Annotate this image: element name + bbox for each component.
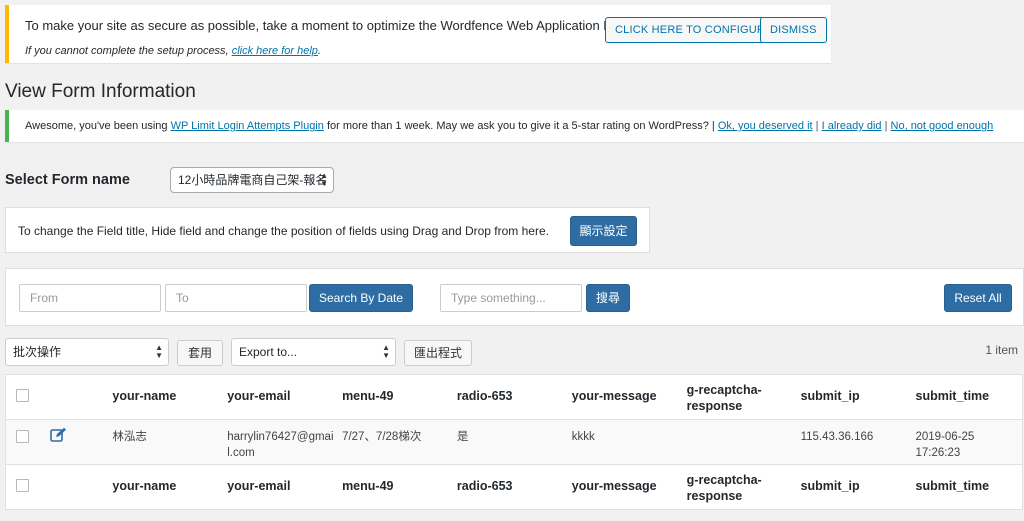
footer-header-menu-49[interactable]: menu-49 xyxy=(342,465,457,510)
select-arrows-icon: ▲ ▼ xyxy=(320,171,328,188)
plugin-link[interactable]: WP Limit Login Attempts Plugin xyxy=(171,120,324,132)
dismiss-notice-button[interactable]: DISMISS xyxy=(760,17,827,43)
row-checkbox-cell xyxy=(6,420,51,465)
field-settings-panel: To change the Field title, Hide field an… xyxy=(5,207,650,253)
bulk-action-value: 批次操作 xyxy=(13,345,62,359)
footer-header-submit-time[interactable]: submit_time xyxy=(916,465,1023,510)
waf-notice-message: To make your site as secure as possible,… xyxy=(25,18,652,33)
reset-all-button[interactable]: Reset All xyxy=(944,284,1012,312)
waf-help-prefix: If you cannot complete the setup process… xyxy=(25,45,229,57)
cell-your-email: harrylin76427@gmail.com xyxy=(227,431,334,459)
footer-g-recaptcha-text: g-recaptcha-response xyxy=(686,473,762,503)
cell-submit-ip: 115.43.36.166 xyxy=(800,431,874,443)
rating-text-before: Awesome, you've been using xyxy=(25,120,168,132)
footer-header-radio-653[interactable]: radio-653 xyxy=(457,465,572,510)
cell-submit-time: 2019-06-25 17:26:23 xyxy=(915,431,975,459)
search-by-date-button[interactable]: Search By Date xyxy=(309,284,413,312)
col-header-menu-49[interactable]: menu-49 xyxy=(342,375,457,420)
apply-bulk-button[interactable]: 套用 xyxy=(177,340,223,366)
footer-select-all-checkbox[interactable] xyxy=(16,479,29,492)
configure-firewall-button[interactable]: CLICK HERE TO CONFIGURE xyxy=(605,17,783,43)
footer-header-your-name[interactable]: your-name xyxy=(112,465,227,510)
footer-header-your-message[interactable]: your-message xyxy=(572,465,687,510)
to-date-input[interactable] xyxy=(165,284,307,312)
col-header-submit-ip[interactable]: submit_ip xyxy=(801,375,916,420)
search-panel: Search By Date 搜尋 Reset All xyxy=(5,268,1024,326)
field-settings-text: To change the Field title, Hide field an… xyxy=(18,224,549,238)
from-date-input[interactable] xyxy=(19,284,161,312)
select-all-cell xyxy=(6,375,51,420)
bulk-select-arrows-icon: ▲ ▼ xyxy=(155,343,163,360)
export-button[interactable]: 匯出程式 xyxy=(404,340,472,366)
cell-g-recaptcha-response xyxy=(687,420,801,465)
export-format-value: Export to... xyxy=(239,345,298,359)
form-name-select[interactable]: 12小時品牌電商自己架-報名 ▲ ▼ xyxy=(170,167,334,193)
table-footer-row: your-name your-email menu-49 radio-653 y… xyxy=(5,464,1023,510)
col-header-radio-653[interactable]: radio-653 xyxy=(457,375,572,420)
rating-already-link[interactable]: I already did xyxy=(822,120,882,132)
rating-ok-link[interactable]: Ok, you deserved it xyxy=(718,120,813,132)
col-header-g-recaptcha-text: g-recaptcha-response xyxy=(686,383,762,413)
table-header-row: your-name your-email menu-49 radio-653 y… xyxy=(5,375,1023,420)
rating-request-notice: Awesome, you've been using WP Limit Logi… xyxy=(5,110,1024,142)
footer-header-submit-ip[interactable]: submit_ip xyxy=(801,465,916,510)
footer-edit-col xyxy=(50,465,112,510)
cell-menu-49: 7/27、7/28梯次 xyxy=(342,431,422,443)
select-all-checkbox[interactable] xyxy=(16,389,29,402)
keyword-search-input[interactable] xyxy=(440,284,582,312)
table-row: 林泓志 harrylin76427@gmail.com 7/27、7/28梯次 … xyxy=(5,419,1023,465)
col-header-g-recaptcha-response[interactable]: g-recaptcha-response xyxy=(687,375,801,420)
cell-your-name: 林泓志 xyxy=(112,431,147,443)
bulk-action-select[interactable]: 批次操作 ▲ ▼ xyxy=(5,338,169,366)
cell-radio-653: 是 xyxy=(456,431,469,443)
entries-table: your-name your-email menu-49 radio-653 y… xyxy=(5,374,1023,510)
edit-col-header xyxy=(50,375,112,420)
cell-your-message: kkkk xyxy=(571,431,595,443)
footer-select-all-cell xyxy=(6,465,51,510)
col-header-your-email[interactable]: your-email xyxy=(227,375,342,420)
item-count: 1 item xyxy=(985,343,1018,357)
footer-header-g-recaptcha-response[interactable]: g-recaptcha-response xyxy=(687,465,801,510)
page-title: View Form Information xyxy=(5,81,196,102)
waf-help-line: If you cannot complete the setup process… xyxy=(25,45,321,57)
search-button[interactable]: 搜尋 xyxy=(586,284,630,312)
show-settings-button[interactable]: 顯示設定 xyxy=(570,216,637,246)
waf-help-link[interactable]: click here for help xyxy=(232,45,318,57)
edit-icon[interactable] xyxy=(50,427,67,447)
select-form-label: Select Form name xyxy=(5,172,130,188)
row-checkbox[interactable] xyxy=(16,430,29,443)
footer-header-your-email[interactable]: your-email xyxy=(227,465,342,510)
col-header-your-message[interactable]: your-message xyxy=(572,375,687,420)
rating-no-link[interactable]: No, not good enough xyxy=(891,120,994,132)
form-name-value: 12小時品牌電商自己架-報名 xyxy=(178,173,328,187)
rating-separator-2: | xyxy=(884,120,888,132)
export-format-select[interactable]: Export to... ▲ ▼ xyxy=(231,338,396,366)
rating-separator-1: | xyxy=(815,120,819,132)
col-header-submit-time[interactable]: submit_time xyxy=(916,375,1023,420)
col-header-your-name[interactable]: your-name xyxy=(112,375,227,420)
row-edit-cell xyxy=(50,420,112,465)
export-select-arrows-icon: ▲ ▼ xyxy=(382,343,390,360)
wordfence-waf-notice: To make your site as secure as possible,… xyxy=(5,5,831,63)
waf-help-suffix: . xyxy=(317,45,321,57)
rating-text-after: for more than 1 week. May we ask you to … xyxy=(326,120,715,132)
